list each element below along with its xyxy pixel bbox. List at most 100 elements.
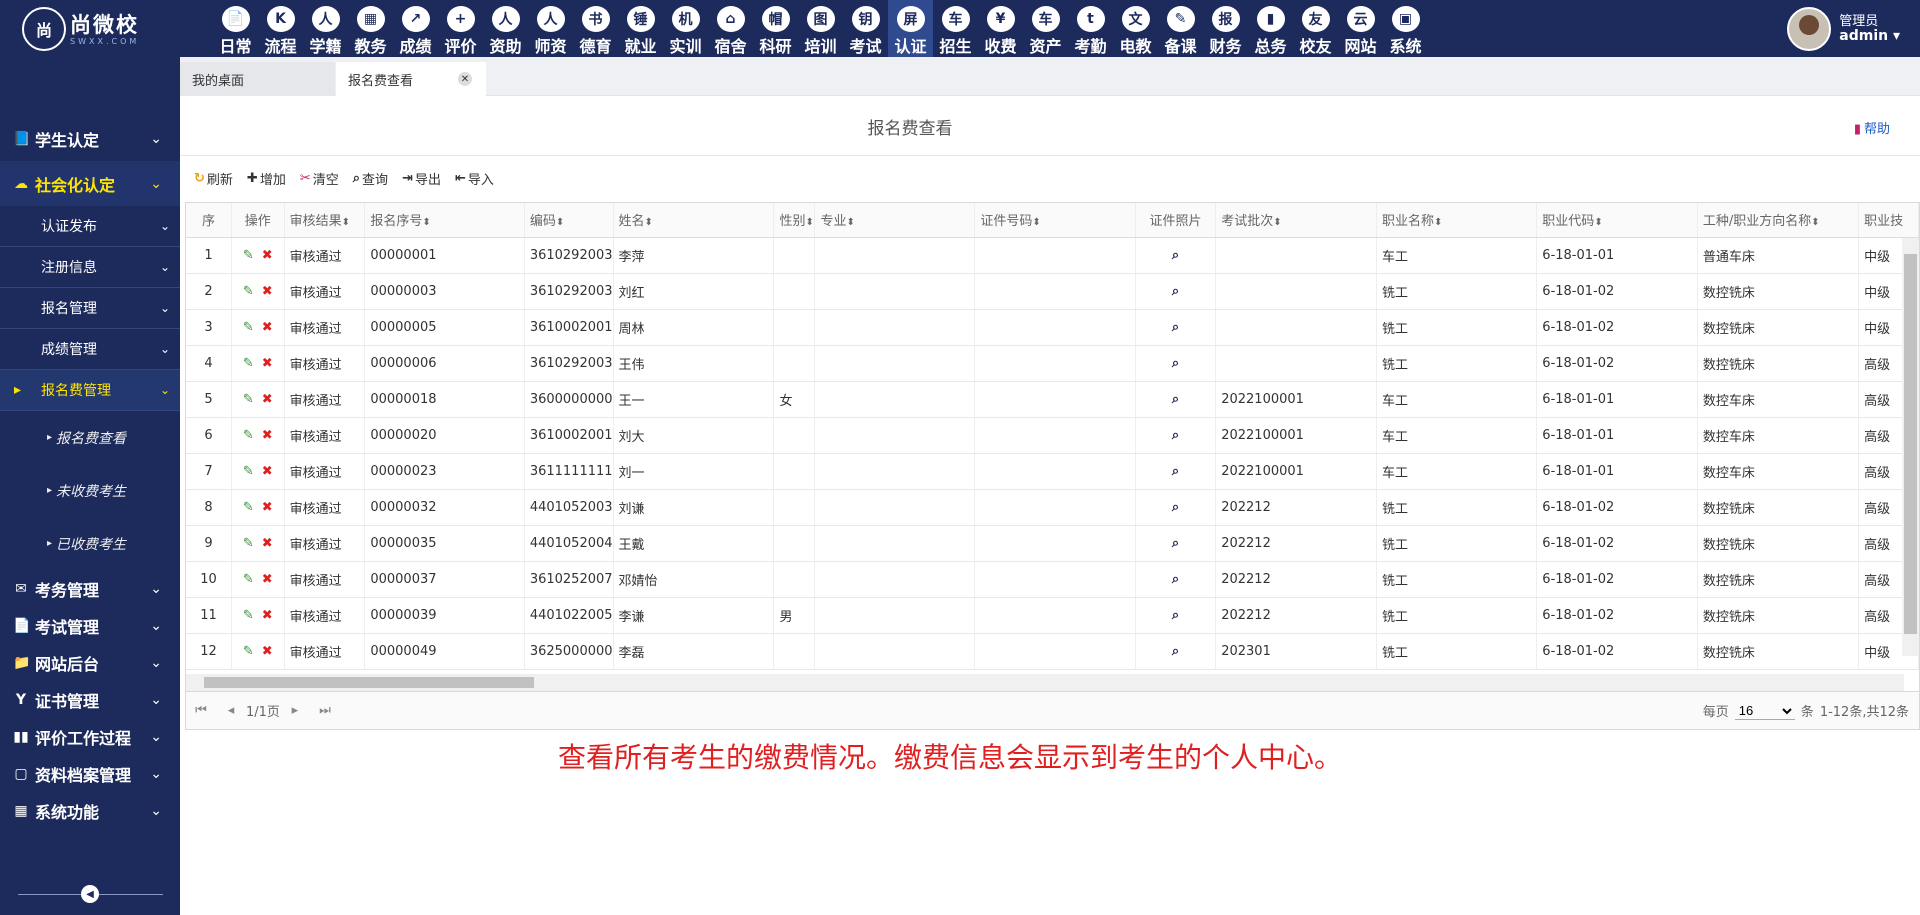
nav-item-17[interactable]: ¥ 收费 xyxy=(978,0,1023,57)
table-row[interactable]: 5 ✎ ✖ 审核通过 00000018 3600000000 王一女 ⌕ 2022100001 车… xyxy=(186,381,1919,418)
column-header-12[interactable]: 职业代码⬍ xyxy=(1536,203,1698,238)
delete-icon[interactable]: ✖ xyxy=(262,284,273,299)
sidebar-group-b4[interactable]: ▮▮ 评价工作过程 ⌄ xyxy=(0,718,180,755)
nav-item-4[interactable]: ↗ 成绩 xyxy=(393,0,438,57)
nav-item-5[interactable]: + 评价 xyxy=(438,0,483,57)
table-row[interactable]: 2 ✎ ✖ 审核通过 00000003 3610292003 刘红 ⌕ 铣工 6-18-01-02… xyxy=(186,273,1919,310)
edit-icon[interactable]: ✎ xyxy=(243,500,254,515)
refresh-button[interactable]: ↻ 刷新 xyxy=(194,169,233,188)
prev-page-icon[interactable]: ◂ xyxy=(216,703,246,718)
table-row[interactable]: 4 ✎ ✖ 审核通过 00000006 3610292003 王伟 ⌕ 铣工 6-18-01-02… xyxy=(186,345,1919,382)
sort-icon[interactable]: ⬍ xyxy=(422,217,430,228)
search-icon[interactable]: ⌕ xyxy=(1172,572,1179,587)
nav-item-20[interactable]: 文电教 xyxy=(1113,0,1158,57)
sort-icon[interactable]: ⬍ xyxy=(645,217,653,228)
search-icon[interactable]: ⌕ xyxy=(1172,392,1179,407)
avatar[interactable] xyxy=(1787,6,1832,51)
sort-icon[interactable]: ⬍ xyxy=(1273,217,1281,228)
sort-icon[interactable]: ⬍ xyxy=(1594,217,1602,228)
delete-icon[interactable]: ✖ xyxy=(262,428,273,443)
search-icon[interactable]: ⌕ xyxy=(1172,428,1179,443)
sidebar-group-b0[interactable]: ✉ 考务管理 ⌄ xyxy=(0,570,180,607)
search-icon[interactable]: ⌕ xyxy=(1172,320,1179,335)
nav-item-0[interactable]: 📄 日常 xyxy=(213,0,258,57)
nav-item-2[interactable]: 人学籍 xyxy=(303,0,348,57)
search-icon[interactable]: ⌕ xyxy=(1172,608,1179,623)
column-header-2[interactable]: 审核结果⬍ xyxy=(284,203,366,238)
nav-item-16[interactable]: 车招生 xyxy=(933,0,978,57)
tab-fee-view[interactable]: 报名费查看 ✕ xyxy=(336,62,486,96)
delete-icon[interactable]: ✖ xyxy=(262,572,273,587)
sidebar-sub-0[interactable]: 认证发布 ⌄ xyxy=(0,206,180,247)
table-row[interactable]: 7 ✎ ✖ 审核通过 00000023 3611111111 刘一 ⌕ 2022100001 车工… xyxy=(186,453,1919,490)
sidebar-group-0[interactable]: 📘 学生认定 ⌄ xyxy=(0,116,180,161)
search-icon[interactable]: ⌕ xyxy=(1172,248,1179,263)
column-header-6[interactable]: 性别⬍ xyxy=(773,203,816,238)
edit-icon[interactable]: ✎ xyxy=(243,392,254,407)
nav-item-9[interactable]: 锤就业 xyxy=(618,0,663,57)
edit-icon[interactable]: ✎ xyxy=(243,536,254,551)
column-header-11[interactable]: 职业名称⬍ xyxy=(1376,203,1538,238)
nav-item-25[interactable]: 云网站 xyxy=(1338,0,1383,57)
nav-item-19[interactable]: t 考勤 xyxy=(1068,0,1113,57)
sort-icon[interactable]: ⬍ xyxy=(846,217,854,228)
delete-icon[interactable]: ✖ xyxy=(262,248,273,263)
next-page-icon[interactable]: ▸ xyxy=(280,703,310,718)
nav-item-13[interactable]: 图培训 xyxy=(798,0,843,57)
tab-desktop[interactable]: 我的桌面 xyxy=(180,62,335,96)
nav-item-24[interactable]: 友校友 xyxy=(1293,0,1338,57)
sidebar-sub-2[interactable]: 报名管理 ⌄ xyxy=(0,288,180,329)
sidebar-sub-3[interactable]: 成绩管理 ⌄ xyxy=(0,329,180,370)
nav-item-12[interactable]: 帽科研 xyxy=(753,0,798,57)
nav-item-21[interactable]: ✎ 备课 xyxy=(1158,0,1203,57)
delete-icon[interactable]: ✖ xyxy=(262,536,273,551)
sidebar-group-b3[interactable]: Y 证书管理 ⌄ xyxy=(0,681,180,718)
edit-icon[interactable]: ✎ xyxy=(243,644,254,659)
sidebar-leaf-0[interactable]: 报名费查看 xyxy=(0,411,180,464)
column-header-8[interactable]: 证件号码⬍ xyxy=(974,203,1136,238)
column-header-7[interactable]: 专业⬍ xyxy=(814,203,976,238)
sidebar-leaf-1[interactable]: 未收费考生 xyxy=(0,464,180,517)
caret-down-icon[interactable]: ▾ xyxy=(1893,28,1900,44)
sort-icon[interactable]: ⬍ xyxy=(806,217,814,228)
column-header-5[interactable]: 姓名⬍ xyxy=(613,203,775,238)
nav-item-26[interactable]: ▣ 系统 xyxy=(1383,0,1428,57)
sort-icon[interactable]: ⬍ xyxy=(342,217,350,228)
logo[interactable]: 尚 尚微校 SWXX.COM xyxy=(22,6,172,52)
edit-icon[interactable]: ✎ xyxy=(243,320,254,335)
nav-item-3[interactable]: ▦ 教务 xyxy=(348,0,393,57)
search-icon[interactable]: ⌕ xyxy=(1172,644,1179,659)
edit-icon[interactable]: ✎ xyxy=(243,608,254,623)
table-row[interactable]: 3 ✎ ✖ 审核通过 00000005 3610002001 周林 ⌕ 铣工 6-18-01-02… xyxy=(186,309,1919,346)
column-header-10[interactable]: 考试批次⬍ xyxy=(1215,203,1377,238)
export-button[interactable]: ⇥ 导出 xyxy=(402,169,441,188)
sidebar-group-b5[interactable]: ▢ 资料档案管理 ⌄ xyxy=(0,755,180,792)
clear-button[interactable]: ✂ 清空 xyxy=(300,169,339,188)
table-row[interactable]: 1 ✎ ✖ 审核通过 00000001 3610292003 李萍 ⌕ 车工 6-18-01-01… xyxy=(186,237,1919,274)
column-header-3[interactable]: 报名序号⬍ xyxy=(364,203,525,238)
add-button[interactable]: ✚ 增加 xyxy=(247,169,286,188)
delete-icon[interactable]: ✖ xyxy=(262,320,273,335)
edit-icon[interactable]: ✎ xyxy=(243,356,254,371)
nav-item-14[interactable]: 钥考试 xyxy=(843,0,888,57)
sort-icon[interactable]: ⬍ xyxy=(1032,217,1040,228)
edit-icon[interactable]: ✎ xyxy=(243,428,254,443)
column-header-4[interactable]: 编码⬍ xyxy=(524,203,614,238)
horizontal-scrollbar[interactable] xyxy=(186,674,1904,691)
collapse-icon[interactable]: ◀ xyxy=(81,885,99,903)
sidebar-collapse[interactable]: ◀ xyxy=(18,885,163,903)
nav-item-22[interactable]: 报财务 xyxy=(1203,0,1248,57)
nav-item-18[interactable]: 车资产 xyxy=(1023,0,1068,57)
import-button[interactable]: ⇤ 导入 xyxy=(455,169,494,188)
delete-icon[interactable]: ✖ xyxy=(262,644,273,659)
delete-icon[interactable]: ✖ xyxy=(262,464,273,479)
user-menu[interactable]: 管理员 admin ▾ xyxy=(1787,0,1920,57)
nav-item-15[interactable]: 屏认证 xyxy=(888,0,933,57)
table-row[interactable]: 11 ✎ ✖ 审核通过 00000039 4401022005 李谦男 ⌕ 202212 铣工 6-… xyxy=(186,597,1919,634)
sidebar-sub-1[interactable]: 注册信息 ⌄ xyxy=(0,247,180,288)
search-icon[interactable]: ⌕ xyxy=(1172,500,1179,515)
delete-icon[interactable]: ✖ xyxy=(262,356,273,371)
sort-icon[interactable]: ⬍ xyxy=(1811,217,1819,228)
nav-item-7[interactable]: 人师资 xyxy=(528,0,573,57)
nav-item-8[interactable]: 书德育 xyxy=(573,0,618,57)
